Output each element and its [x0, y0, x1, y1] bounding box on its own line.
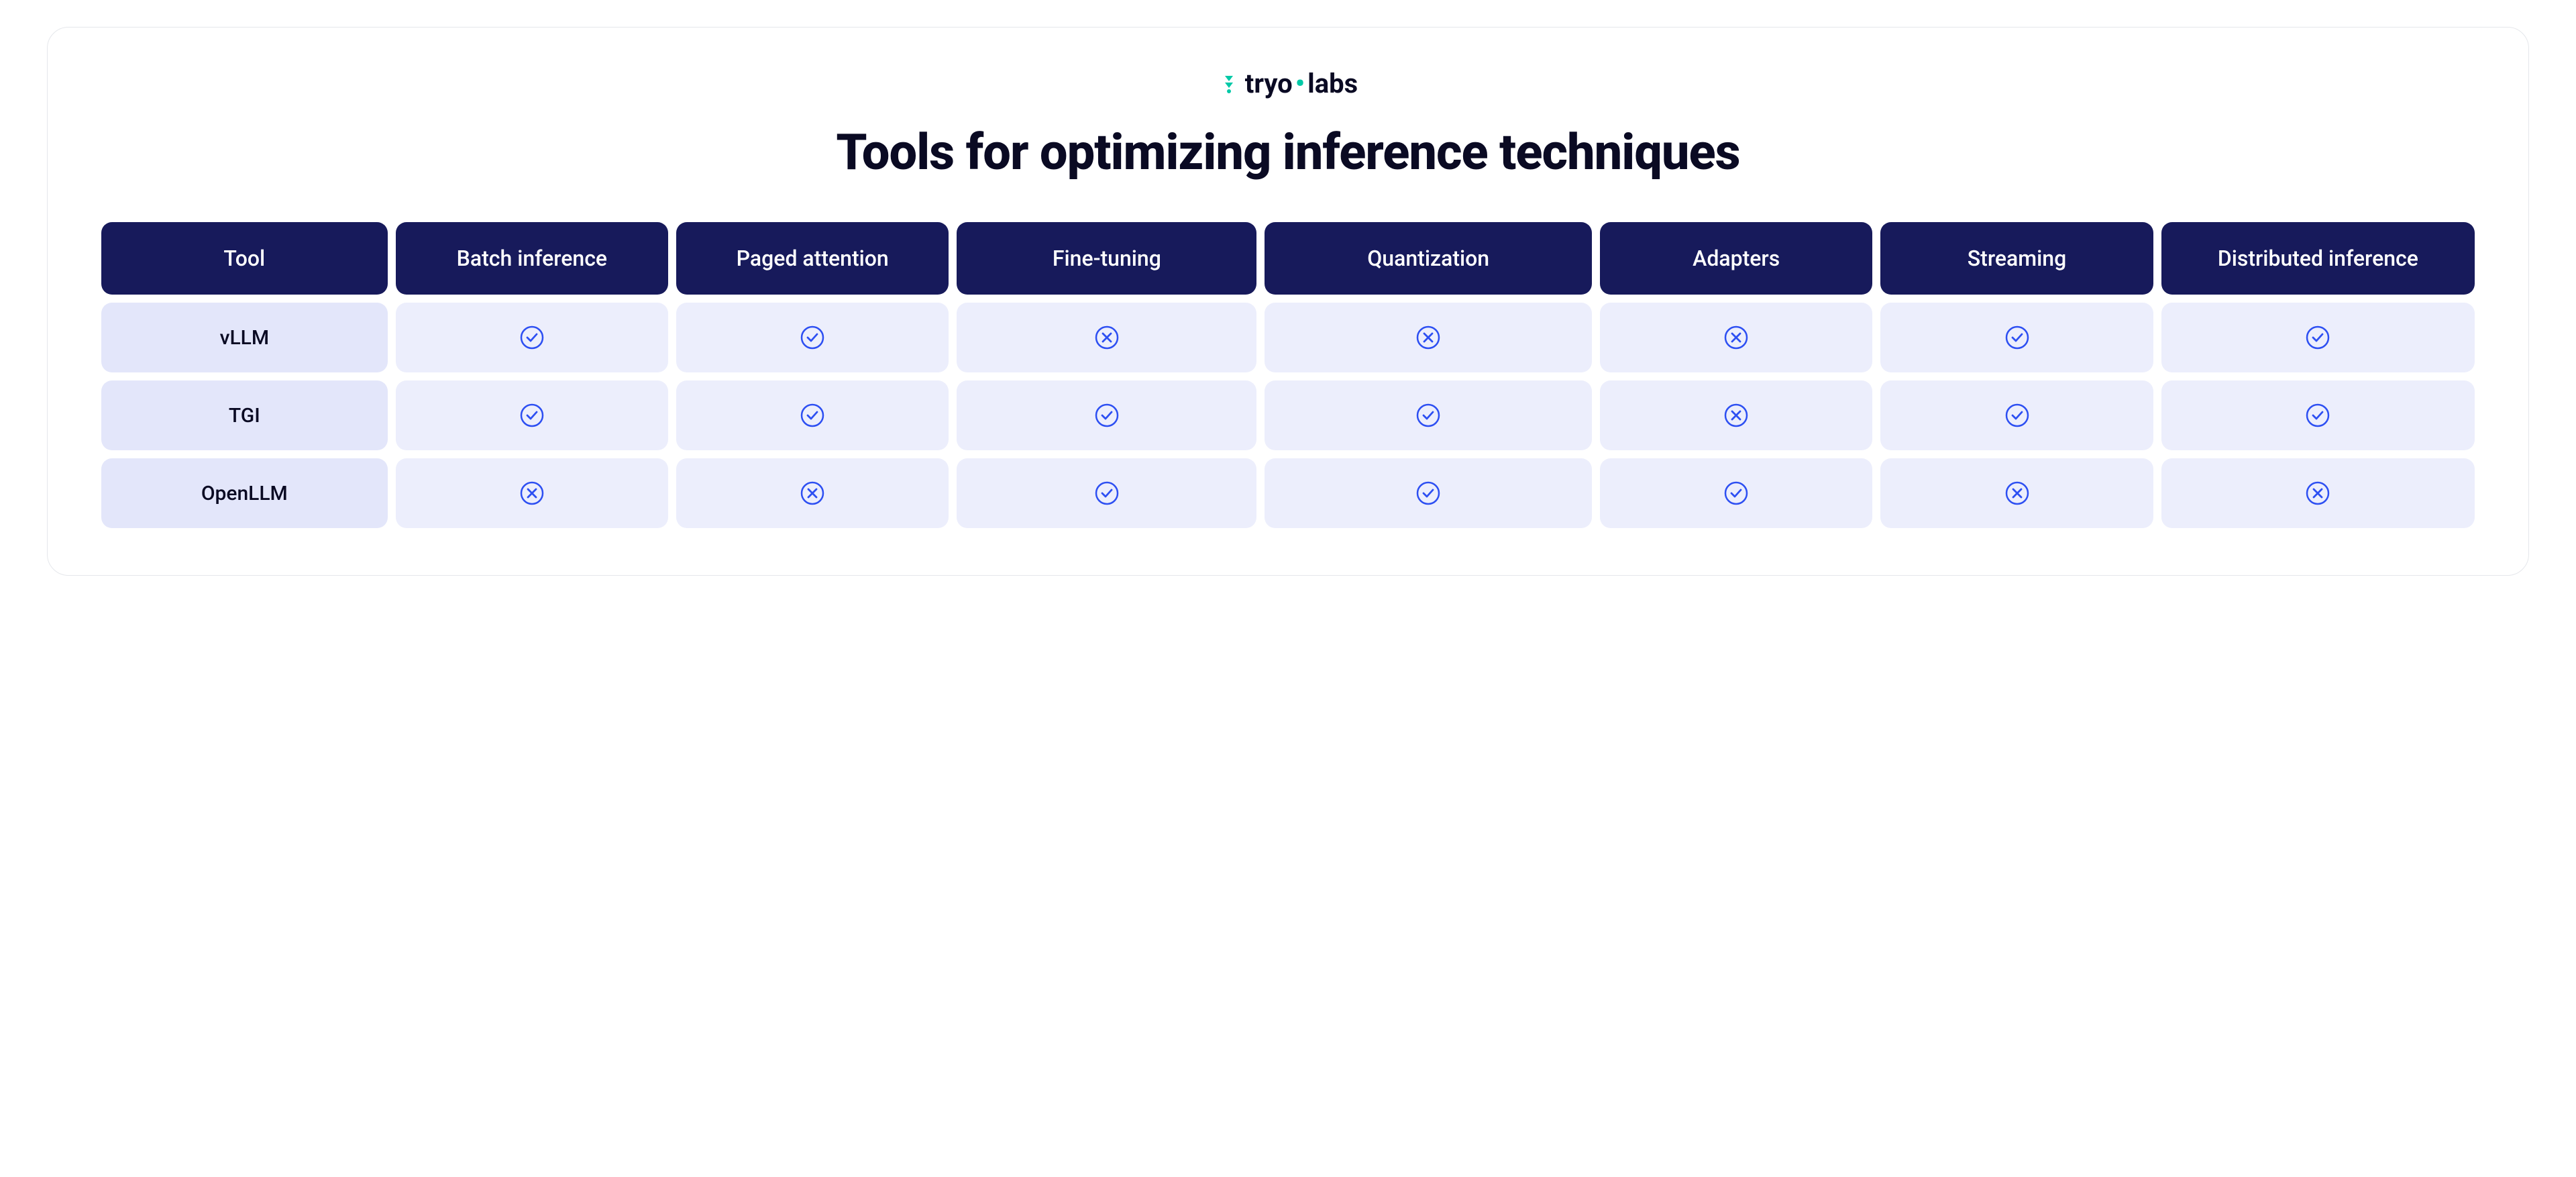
table-header: Batch inference — [396, 222, 668, 295]
check-icon — [2161, 380, 2475, 450]
brand-logo: tryo • labs — [101, 68, 2475, 99]
row-name: TGI — [101, 380, 388, 450]
brand-dot-icon: • — [1295, 70, 1305, 97]
check-icon — [1880, 303, 2153, 372]
table-header: Adapters — [1600, 222, 1872, 295]
row-name: OpenLLM — [101, 458, 388, 528]
table-header: Tool — [101, 222, 388, 295]
cross-icon — [1880, 458, 2153, 528]
brand-second: labs — [1307, 68, 1358, 99]
table-header: Fine-tuning — [957, 222, 1256, 295]
check-icon — [676, 303, 949, 372]
brand-glyph-icon — [1218, 73, 1240, 95]
cross-icon — [396, 458, 668, 528]
check-icon — [1265, 380, 1592, 450]
cross-icon — [676, 458, 949, 528]
check-icon — [1600, 458, 1872, 528]
check-icon — [957, 458, 1256, 528]
table-header: Streaming — [1880, 222, 2153, 295]
page-title: Tools for optimizing inference technique… — [101, 123, 2475, 182]
brand-text: tryo • labs — [1245, 68, 1358, 99]
check-icon — [2161, 303, 2475, 372]
cross-icon — [1600, 380, 1872, 450]
check-icon — [396, 303, 668, 372]
chart-card: tryo • labs Tools for optimizing inferen… — [47, 27, 2529, 576]
comparison-table: ToolBatch inferencePaged attentionFine-t… — [101, 222, 2475, 528]
row-name: vLLM — [101, 303, 388, 372]
table-header: Paged attention — [676, 222, 949, 295]
check-icon — [1265, 458, 1592, 528]
brand-first: tryo — [1245, 68, 1293, 99]
cross-icon — [957, 303, 1256, 372]
check-icon — [676, 380, 949, 450]
cross-icon — [2161, 458, 2475, 528]
check-icon — [1880, 380, 2153, 450]
check-icon — [396, 380, 668, 450]
table-header: Distributed inference — [2161, 222, 2475, 295]
cross-icon — [1600, 303, 1872, 372]
check-icon — [957, 380, 1256, 450]
cross-icon — [1265, 303, 1592, 372]
table-header: Quantization — [1265, 222, 1592, 295]
